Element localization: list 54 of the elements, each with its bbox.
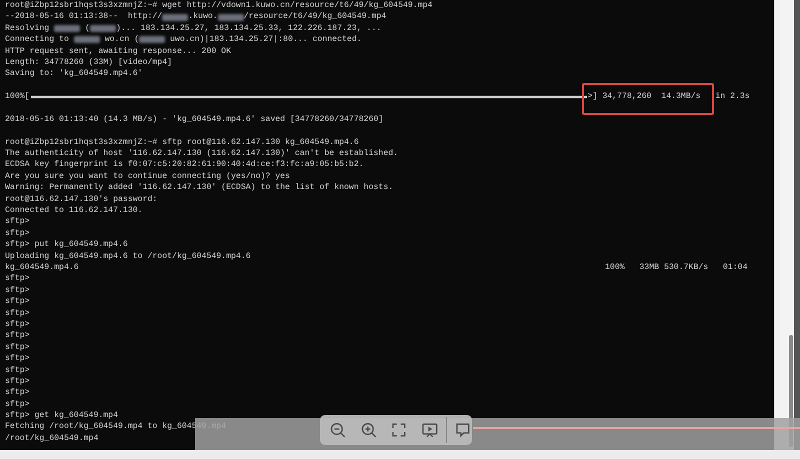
blurred-text <box>90 24 116 32</box>
terminal-line: sftp> <box>5 228 30 240</box>
terminal-line: sftp> <box>5 398 30 410</box>
transfer-stats: 100% 33MB 530.7KB/s 01:04 <box>605 262 748 274</box>
terminal-line: sftp> <box>5 273 30 285</box>
terminal-text: Connecting to <box>5 34 70 46</box>
terminal-line: sftp> <box>5 387 30 399</box>
fullscreen-icon[interactable] <box>390 421 408 439</box>
terminal-text: )... 183.134.25.27, 183.134.25.33, 122.226.187.23, ... <box>116 22 382 34</box>
terminal-line: sftp> <box>5 216 30 228</box>
terminal-line: root@iZbp12sbr1hqst3s3xzmnjZ:~# sftp root@116.62.147.130 kg_604549.mp4.6 <box>5 136 359 148</box>
terminal-line: sftp> <box>5 330 30 342</box>
terminal-text: .kuwo. <box>188 11 218 23</box>
presentation-icon[interactable] <box>420 421 438 439</box>
terminal-text: Resolving <box>5 22 50 34</box>
terminal-line: sftp> <box>5 318 30 330</box>
terminal-line: Uploading kg_604549.mp4.6 to /root/kg_604549.mp4.6 <box>5 250 251 262</box>
terminal-text: /resource/t6/49/kg_604549.mp4 <box>244 11 386 23</box>
terminal-line: The authenticity of host '116.62.147.130 (116.62.147.130)' can't be established. <box>5 148 398 160</box>
zoom-in-icon[interactable] <box>360 421 378 439</box>
terminal-line: Are you sure you want to continue connecting (yes/no)? yes <box>5 170 290 182</box>
terminal-line: sftp> put kg_604549.mp4.6 <box>5 239 128 251</box>
terminal-text: ( <box>84 22 90 34</box>
terminal-line: sftp> <box>5 296 30 308</box>
terminal-text: wo.cn ( <box>104 34 140 46</box>
terminal-line: root@iZbp12sbr1hqst3s3xzmnjZ:~# wget http://vdown1.kuwo.cn/resource/t6/49/kg_604549.mp4 <box>5 0 432 12</box>
comment-icon[interactable] <box>454 421 472 439</box>
blurred-text <box>139 36 166 44</box>
progress-percent: 100%[ <box>5 91 30 103</box>
blurred-text <box>218 14 244 21</box>
terminal-line: sftp> get kg_604549.mp4 <box>5 410 118 422</box>
terminal-line: Saving to: 'kg_604549.mp4.6' <box>5 68 143 80</box>
terminal-line: HTTP request sent, awaiting response... 200 OK <box>5 46 232 57</box>
terminal-line: sftp> <box>5 342 30 354</box>
terminal-line: /root/kg_604549.mp4 <box>5 432 98 444</box>
terminal-text: --2018-05-16 01:13:38-- http:// <box>5 11 162 23</box>
terminal-line: sftp> <box>5 353 30 365</box>
terminal-line: ECDSA key fingerprint is f0:07:c5:20:82:61:90:40:4d:ce:f3:fc:a9:05:b5:b2. <box>5 159 364 171</box>
terminal-line: sftp> <box>5 284 30 296</box>
terminal-text: uwo.cn)|183.134.25.27|:80... connected. <box>169 34 362 46</box>
terminal-line: sftp> <box>5 364 30 376</box>
terminal-line: Connected to 116.62.147.130. <box>5 205 143 216</box>
transfer-file: kg_604549.mp4.6 <box>5 262 80 274</box>
blurred-text <box>74 36 100 44</box>
zoom-out-icon[interactable] <box>329 421 347 439</box>
terminal-line: root@116.62.147.130's password: <box>5 194 158 206</box>
terminal-line: sftp> <box>5 376 30 388</box>
terminal-line: 2018-05-16 01:13:40 (14.3 MB/s) - 'kg_604549.mp4.6' saved [34778260/34778260] <box>5 114 384 126</box>
terminal-line: Warning: Permanently added '116.62.147.130' (ECDSA) to the list of known hosts. <box>5 182 394 194</box>
terminal-line: sftp> <box>5 308 30 319</box>
blurred-text <box>54 24 80 32</box>
terminal-line: Length: 34778260 (33M) [video/mp4] <box>5 56 172 68</box>
download-stats: >] 34,778,260 14.3MB/s in 2.3s <box>588 92 750 102</box>
blurred-text <box>162 14 188 21</box>
